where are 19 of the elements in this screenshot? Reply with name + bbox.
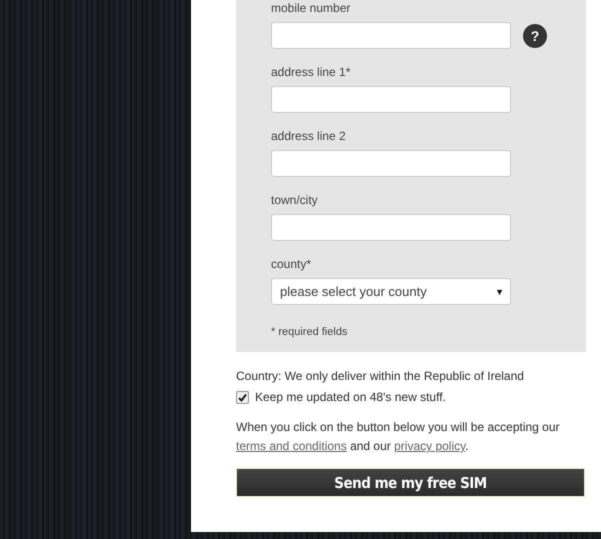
field-label: address line 2	[271, 129, 347, 143]
consent-link[interactable]: privacy policy	[394, 439, 466, 453]
consent-text: When you click on the button below you will be accepting our terms and conditions and our privacy policy.	[236, 419, 561, 455]
help-icon[interactable]: ?	[523, 24, 547, 48]
field-label: mobile number	[271, 1, 352, 15]
field-label: county*	[271, 257, 312, 271]
country-note: Country: We only deliver within the Republic of Ireland	[236, 369, 525, 383]
input-field[interactable]	[271, 214, 511, 241]
input-field[interactable]	[271, 150, 511, 177]
field-label: address line 1*	[271, 65, 352, 79]
newsletter-label: Keep me updated on 48's new stuff.	[255, 390, 446, 404]
submit-button[interactable]: Send me my free SIM	[236, 468, 585, 497]
input-field[interactable]	[271, 86, 511, 113]
county-select[interactable]: please select your county ▼	[271, 278, 511, 305]
input-field[interactable]	[271, 22, 511, 49]
required-note: * required fields	[271, 326, 348, 338]
newsletter-checkbox[interactable]	[236, 390, 249, 404]
consent-link[interactable]: terms and conditions	[236, 439, 347, 453]
field-label: town/city	[271, 193, 319, 207]
